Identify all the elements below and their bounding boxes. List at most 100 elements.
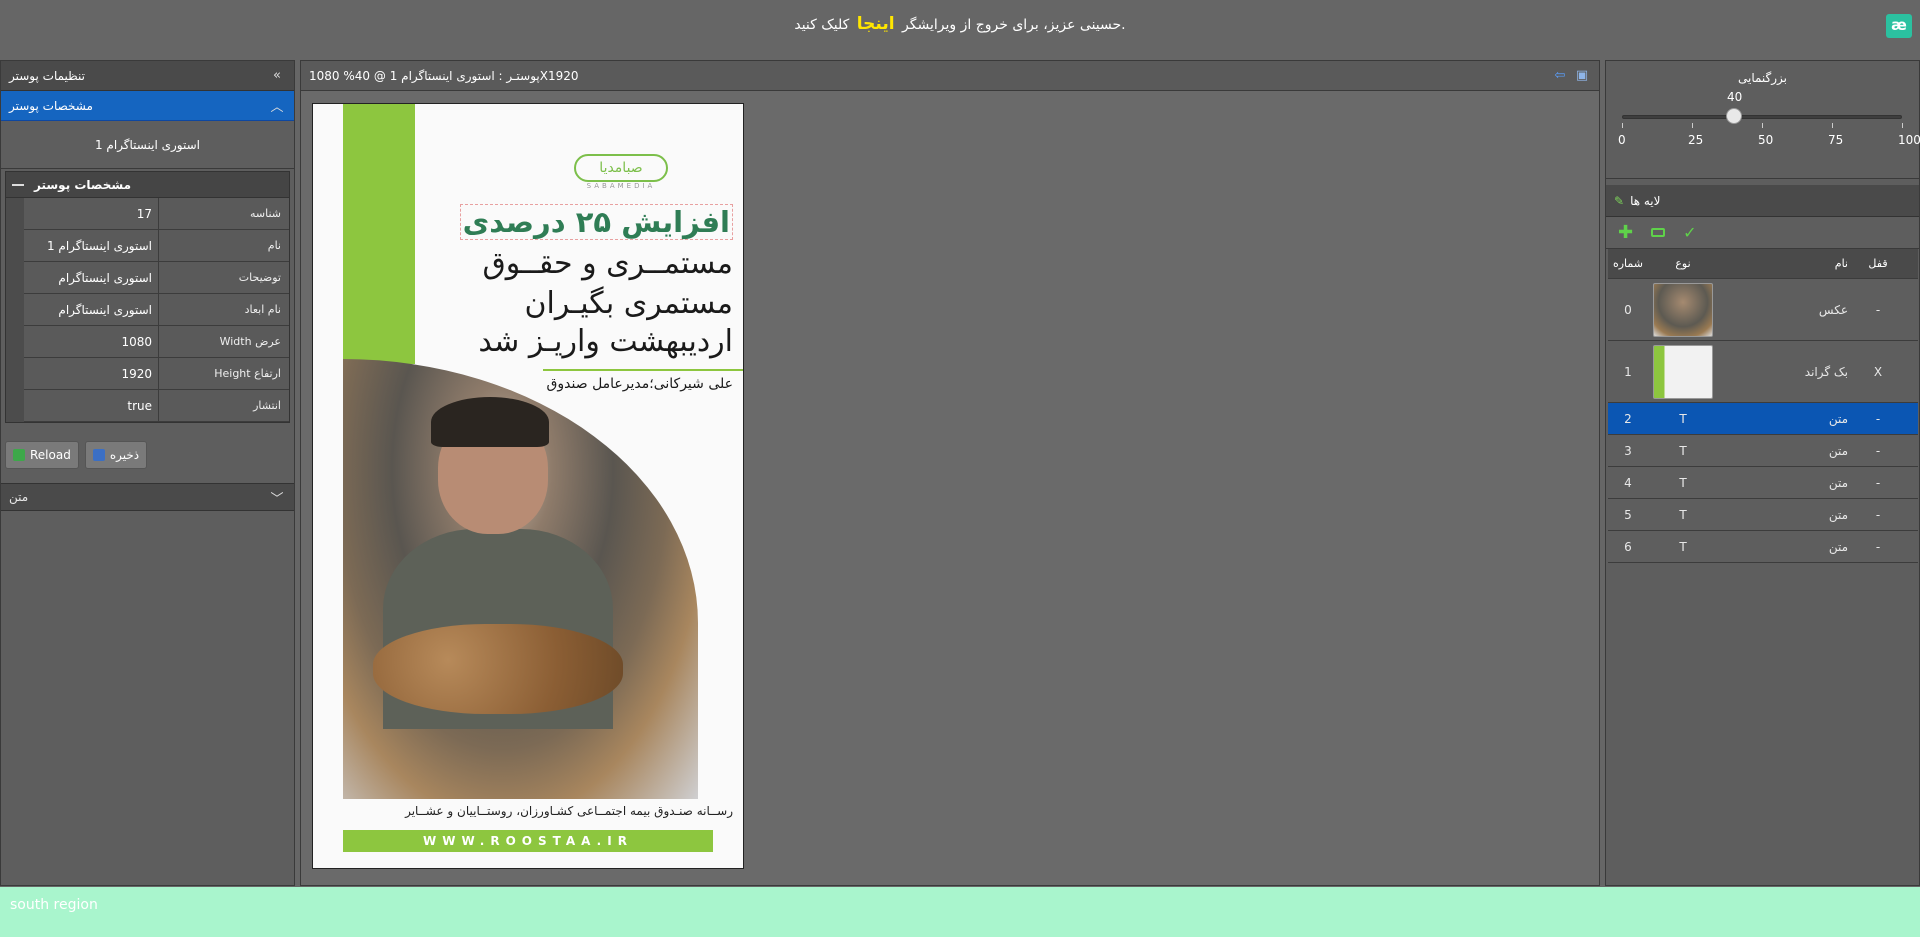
- zoom-control: بزرگنمایی 40 0 25 50 75 100: [1606, 61, 1920, 179]
- layer-row[interactable]: 4 T متن -: [1608, 467, 1918, 499]
- property-key: شناسه: [159, 198, 289, 229]
- floppy-disk-icon: [92, 449, 105, 461]
- poster-specs-header[interactable]: مشخصات پوستر ︿: [1, 91, 294, 121]
- layer-name[interactable]: بک گراند: [1718, 365, 1858, 379]
- back-arrow-icon[interactable]: ⇦: [1551, 67, 1569, 85]
- layer-name[interactable]: عکس: [1718, 303, 1858, 317]
- layer-number: 4: [1624, 475, 1632, 490]
- property-value[interactable]: استوری اینستاگرام 1: [24, 230, 159, 261]
- property-row[interactable]: استوری اینستاگرام توضیحات: [24, 262, 289, 294]
- chevron-down-icon[interactable]: ﹀: [268, 488, 286, 507]
- property-key: Width عرض: [159, 326, 289, 357]
- col-type[interactable]: نوع: [1648, 257, 1718, 270]
- save-disk-icon[interactable]: ▣: [1573, 67, 1591, 85]
- layer-lock[interactable]: -: [1858, 444, 1898, 458]
- property-grid-header[interactable]: مشخصات پوستر: [6, 172, 289, 198]
- layer-name[interactable]: متن: [1718, 508, 1858, 522]
- col-name[interactable]: نام: [1718, 257, 1858, 270]
- remove-layer-icon[interactable]: [1651, 228, 1666, 237]
- layer-row[interactable]: 3 T متن -: [1608, 435, 1918, 467]
- col-lock[interactable]: قفل: [1858, 257, 1898, 270]
- save-button[interactable]: ذخیره: [84, 441, 148, 469]
- poster-line-2[interactable]: مستمری بگیـران: [525, 286, 733, 321]
- editor-header: پوستـر : استوری اینستاگرام 1 @ 40% 1080X…: [301, 61, 1599, 91]
- property-row[interactable]: true انتشار: [24, 390, 289, 422]
- editor-panel: پوستـر : استوری اینستاگرام 1 @ 40% 1080X…: [300, 60, 1600, 886]
- property-row[interactable]: استوری اینستاگرام نام ابعاد: [24, 294, 289, 326]
- property-value[interactable]: 17: [24, 198, 159, 229]
- layer-row[interactable]: 1 بک گراند X: [1608, 341, 1918, 403]
- property-row[interactable]: 1080 Width عرض: [24, 326, 289, 358]
- layer-row[interactable]: 5 T متن -: [1608, 499, 1918, 531]
- photo-walnuts: [373, 624, 623, 714]
- layer-name[interactable]: متن: [1718, 412, 1858, 426]
- poster-line-3[interactable]: اردیبهشت واریـز شد: [478, 324, 733, 359]
- layer-lock[interactable]: X: [1858, 365, 1898, 379]
- zoom-tick: [1902, 123, 1903, 128]
- layer-lock[interactable]: -: [1858, 412, 1898, 426]
- property-row[interactable]: 17 شناسه: [24, 198, 289, 230]
- layer-name[interactable]: متن: [1718, 476, 1858, 490]
- layer-name[interactable]: متن: [1718, 444, 1858, 458]
- layer-lock[interactable]: -: [1858, 540, 1898, 554]
- layer-row[interactable]: 2 T متن -: [1608, 403, 1918, 435]
- property-key: توضیحات: [159, 262, 289, 293]
- property-row[interactable]: 1920 Height ارتفاع: [24, 358, 289, 390]
- layer-type: T: [1648, 540, 1718, 554]
- photo-cap: [431, 397, 549, 447]
- zoom-tick: [1762, 123, 1763, 128]
- action-buttons: Reload ذخیره: [5, 441, 294, 469]
- zoom-tick-label: 0: [1618, 133, 1626, 147]
- refresh-icon: [13, 449, 25, 461]
- layer-name[interactable]: متن: [1718, 540, 1858, 554]
- property-value[interactable]: استوری اینستاگرام: [24, 294, 159, 325]
- settings-title: تنظیمات پوستر: [9, 68, 85, 83]
- zoom-slider-track[interactable]: [1622, 115, 1902, 119]
- add-layer-icon[interactable]: ✚: [1618, 222, 1633, 243]
- reload-button[interactable]: Reload: [5, 441, 79, 469]
- property-value[interactable]: 1080: [24, 326, 159, 357]
- property-value[interactable]: 1920: [24, 358, 159, 389]
- zoom-tick: [1622, 123, 1623, 128]
- layer-lock[interactable]: -: [1858, 508, 1898, 522]
- poster-line-1[interactable]: مستمــری و حقــوق: [483, 246, 733, 281]
- reload-label: Reload: [30, 448, 71, 462]
- save-label: ذخیره: [109, 448, 140, 462]
- collapse-panel-icon[interactable]: «: [268, 67, 286, 85]
- property-key: Height ارتفاع: [159, 358, 289, 389]
- poster-canvas[interactable]: صبامدیا SABAMEDIA افزایش ۲۵ درصدی مستمــ…: [312, 103, 744, 869]
- poster-footer-text[interactable]: رســانه صنـدوق بیمه اجتمــاعی کشـاورزان،…: [405, 804, 733, 818]
- text-layer-icon: T: [1679, 507, 1687, 522]
- layer-thumbnail: [1653, 344, 1713, 399]
- layers-panel: بزرگنمایی 40 0 25 50 75 100 ✎ لایه ها ✚ ✓ شم…: [1605, 60, 1920, 886]
- layers-table: شماره نوع نام قفل 0 عکس -1 بک گراند X 2 T متن -3…: [1608, 249, 1918, 563]
- property-key: نام: [159, 230, 289, 261]
- poster-photo[interactable]: [343, 359, 698, 799]
- exit-link[interactable]: اینجا: [857, 14, 895, 34]
- layer-rows: 0 عکس -1 بک گراند X 2 T متن -3 T متن -4 T متن -5 T متن -6…: [1608, 279, 1918, 563]
- app-logo-icon[interactable]: æ: [1886, 14, 1912, 38]
- layer-lock[interactable]: -: [1858, 476, 1898, 490]
- zoom-slider-thumb[interactable]: [1726, 108, 1742, 124]
- chevron-up-icon[interactable]: ︿: [268, 97, 286, 115]
- zoom-title: بزرگنمایی: [1737, 71, 1788, 85]
- col-number[interactable]: شماره: [1608, 257, 1648, 270]
- layer-number: 0: [1624, 302, 1632, 317]
- pencil-icon: ✎: [1614, 193, 1625, 208]
- text-section-header[interactable]: متن ﹀: [1, 483, 294, 511]
- layer-row[interactable]: 0 عکس -: [1608, 279, 1918, 341]
- property-value[interactable]: true: [24, 390, 159, 421]
- property-key: انتشار: [159, 390, 289, 421]
- property-value[interactable]: استوری اینستاگرام: [24, 262, 159, 293]
- poster-url: WWW.ROOSTAA.IR: [343, 830, 713, 852]
- layer-lock[interactable]: -: [1858, 303, 1898, 317]
- property-row[interactable]: استوری اینستاگرام 1 نام: [24, 230, 289, 262]
- poster-author[interactable]: علی شیرکانی؛مدیرعامل صندوق: [547, 376, 733, 392]
- zoom-tick: [1692, 123, 1693, 128]
- poster-specs-title: مشخصات پوستر: [9, 98, 93, 113]
- editor-title: پوستـر : استوری اینستاگرام 1 @ 40% 1080X…: [309, 68, 579, 83]
- poster-headline[interactable]: افزایش ۲۵ درصدی: [459, 204, 733, 240]
- layer-row[interactable]: 6 T متن -: [1608, 531, 1918, 563]
- confirm-check-icon[interactable]: ✓: [1683, 223, 1696, 242]
- collapse-minus-icon[interactable]: [12, 183, 24, 186]
